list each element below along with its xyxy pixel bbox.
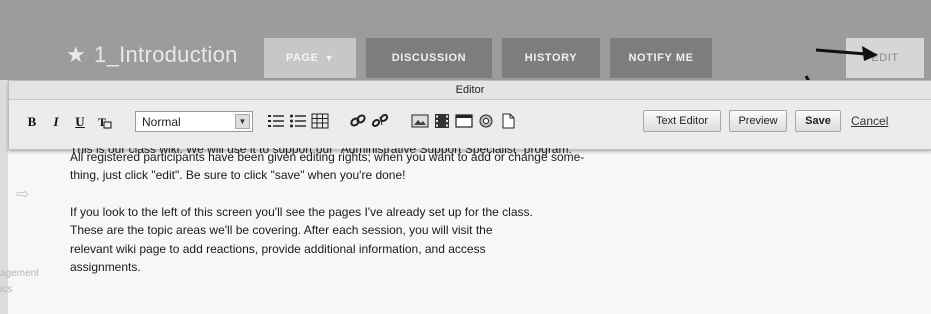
content-line: All registered participants have been gi… (70, 150, 585, 164)
content-line: These are the topic areas we'll be cover… (70, 223, 493, 238)
unlink-icon (371, 114, 389, 127)
editor-toolbar: B I U T Normal ▼ Text Editor Preview Sav… (9, 100, 931, 148)
ordered-list-icon (268, 115, 284, 127)
content-line: thing, just click "edit". Be sure to cli… (70, 168, 406, 183)
link-icon (350, 114, 366, 127)
content-line: If you look to the left of this screen y… (70, 204, 533, 219)
paragraph-style-select[interactable]: Normal ▼ (135, 111, 253, 132)
chevron-down-icon: ▼ (235, 114, 250, 129)
editor-title: Editor (9, 81, 931, 100)
remove-link-button[interactable] (371, 112, 389, 130)
arrow-to-edit-icon (815, 46, 878, 61)
insert-file-button[interactable] (499, 112, 517, 130)
insert-link-button[interactable] (349, 112, 367, 130)
plugin-icon (479, 114, 493, 128)
sidebar-snippet[interactable]: ics (0, 284, 12, 295)
page-content: All registered participants have been gi… (70, 148, 710, 276)
italic-button[interactable]: I (47, 111, 65, 133)
clear-format-icon: T (98, 115, 112, 129)
insert-widget-button[interactable] (455, 112, 473, 130)
table-icon (311, 113, 329, 129)
insert-plugin-button[interactable] (477, 112, 495, 130)
window-icon (455, 114, 473, 128)
bullet-list-button[interactable] (289, 112, 307, 130)
file-icon (502, 113, 515, 129)
insert-image-button[interactable] (411, 112, 429, 130)
table-button[interactable] (311, 112, 329, 130)
content-line: relevant wiki page to add reactions, pro… (70, 241, 486, 256)
underline-button[interactable]: U (71, 111, 89, 133)
bold-button[interactable]: B (23, 111, 41, 133)
cancel-link[interactable]: Cancel (851, 114, 888, 128)
clear-format-button[interactable]: T (95, 111, 113, 133)
film-icon (435, 114, 449, 128)
style-select-value: Normal (142, 114, 181, 129)
bullet-list-icon (290, 114, 306, 128)
preview-button[interactable]: Preview (729, 110, 787, 132)
save-button[interactable]: Save (795, 110, 841, 132)
sidebar-snippet[interactable]: agement (0, 268, 39, 279)
arrow-right-icon[interactable]: ⇨ (16, 184, 29, 204)
text-editor-button[interactable]: Text Editor (643, 110, 721, 132)
image-icon (411, 114, 429, 128)
editor-panel: Editor B I U T Normal ▼ Text Editor Prev… (8, 80, 931, 150)
wiki-page: ★ 1_Introduction PAGE ▼ DISCUSSION HISTOR… (0, 0, 931, 314)
content-line: assignments. (70, 260, 141, 275)
ordered-list-button[interactable] (267, 112, 285, 130)
insert-video-button[interactable] (433, 112, 451, 130)
